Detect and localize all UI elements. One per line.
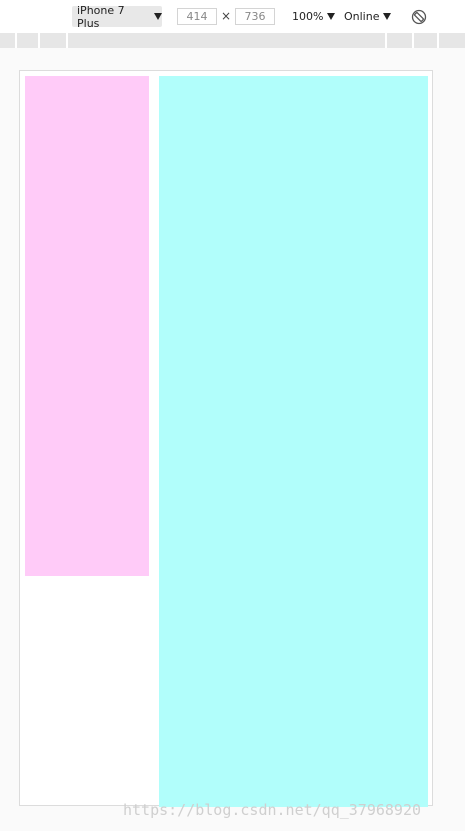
- ruler-tick: [385, 33, 387, 48]
- ruler-tick: [66, 33, 68, 48]
- ruler-tick: [15, 33, 17, 48]
- right-column-box: [159, 76, 428, 807]
- watermark-text: https://blog.csdn.net/qq_37968920: [123, 801, 422, 819]
- ruler-tick: [412, 33, 414, 48]
- zoom-select[interactable]: 100%: [292, 6, 336, 27]
- network-throttle-select[interactable]: Online: [344, 6, 392, 27]
- device-toolbar: iPhone 7 Plus × 100% Online: [0, 0, 465, 33]
- ruler-tick: [437, 33, 439, 48]
- device-select-label: iPhone 7 Plus: [77, 3, 125, 30]
- zoom-select-label: 100%: [292, 10, 324, 23]
- ruler-tick: [38, 33, 40, 48]
- left-column-box: [25, 76, 149, 576]
- caret-down-icon: [154, 13, 162, 20]
- device-select[interactable]: iPhone 7 Plus: [72, 3, 162, 30]
- rotate-icon[interactable]: [411, 9, 427, 25]
- network-select-label: Online: [344, 10, 380, 23]
- dimension-separator: ×: [221, 9, 232, 23]
- device-viewport: [19, 70, 433, 807]
- caret-down-icon: [327, 13, 336, 20]
- height-input[interactable]: [235, 8, 275, 25]
- caret-down-icon: [383, 13, 392, 20]
- width-input[interactable]: [177, 8, 217, 25]
- media-query-ruler: [0, 33, 465, 48]
